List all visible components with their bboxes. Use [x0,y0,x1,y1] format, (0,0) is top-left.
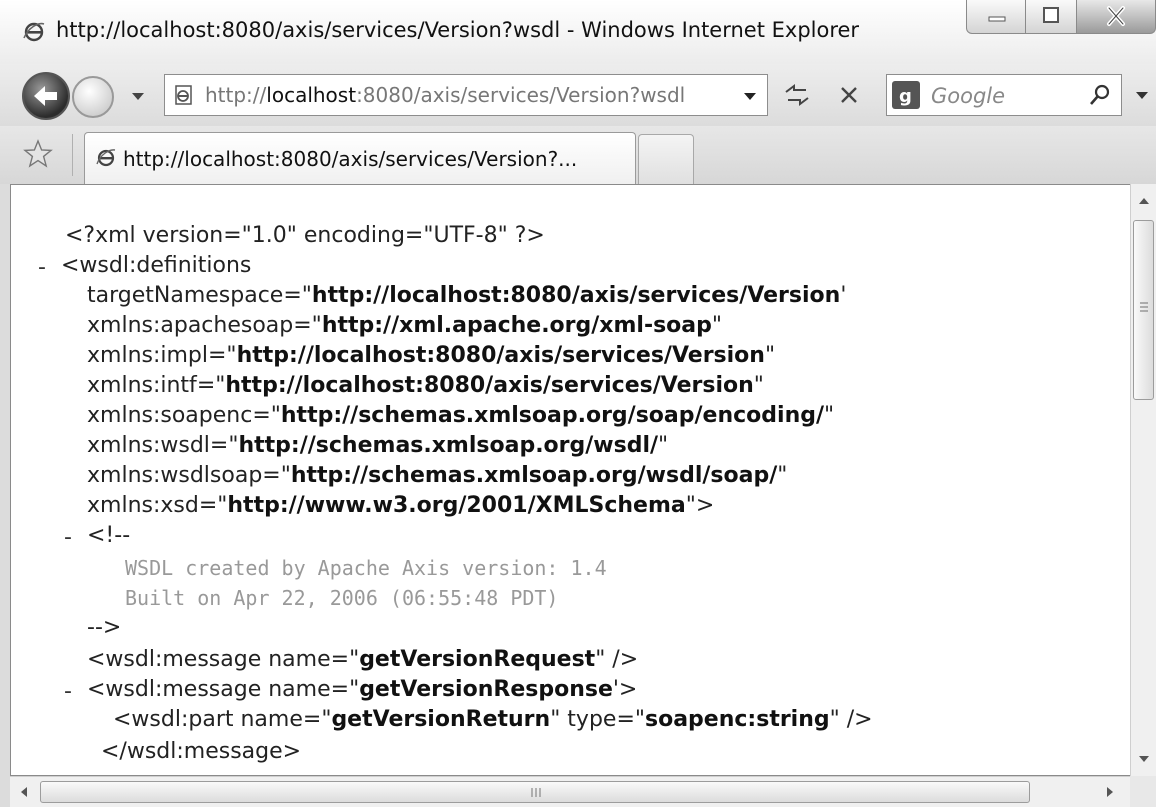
internet-explorer-icon [23,22,45,42]
svg-text:g: g [899,86,912,107]
definitions-open-tag: <wsdl:definitions [61,253,252,278]
stop-icon [841,87,857,103]
xml-attribute: targetNamespace="http://localhost:8080/a… [87,283,847,308]
address-bar[interactable]: http://localhost:8080/axis/services/Vers… [164,74,768,116]
xml-attribute: xmlns:impl="http://localhost:8080/axis/s… [87,343,776,368]
message-close-tag: </wsdl:message> [101,739,302,764]
search-icon[interactable] [1088,83,1112,107]
xml-declaration: <?xml version="1.0" encoding="UTF-8" ?> [65,223,545,248]
favorites-star-icon[interactable] [22,138,54,170]
chevron-down-icon[interactable] [1132,88,1152,104]
comment-close: --> [87,615,122,640]
scrollbar-corner [1130,776,1156,807]
new-tab-button[interactable] [638,134,694,184]
grip-icon [531,788,541,797]
scroll-up-icon[interactable] [1135,192,1153,210]
scroll-down-icon[interactable] [1135,750,1153,768]
tab-active[interactable]: http://localhost:8080/axis/services/Vers… [84,132,636,184]
xml-attribute: xmlns:wsdl="http://schemas.xmlsoap.org/w… [87,433,669,458]
maximize-icon [1043,7,1059,23]
search-box[interactable]: g Google [886,74,1122,116]
xml-document-view: <?xml version="1.0" encoding="UTF-8" ?> … [10,184,1130,776]
comment-line: Built on Apr 22, 2006 (06:55:48 PDT) [125,586,559,610]
message-tag: <wsdl:message name="getVersionResponse'> [87,677,638,702]
back-arrow-icon [34,86,57,106]
back-button[interactable] [22,72,70,120]
title-bar: http://localhost:8080/axis/services/Vers… [0,0,1156,64]
xml-attribute: xmlns:xsd="http://www.w3.org/2001/XMLSch… [87,493,715,518]
chevron-down-icon[interactable] [741,87,759,105]
part-tag: <wsdl:part name="getVersionReturn" type=… [113,707,873,732]
scroll-left-icon[interactable] [16,784,32,800]
vertical-scroll-thumb[interactable] [1133,220,1154,400]
collapse-toggle[interactable]: - [33,253,51,283]
url-host: localhost [266,83,357,107]
comment-open: <!-- [87,523,131,548]
address-url[interactable]: http://localhost:8080/axis/services/Vers… [205,83,685,107]
horizontal-scrollbar[interactable] [10,776,1130,807]
minimize-button[interactable] [966,0,1026,34]
search-placeholder: Google [931,84,1006,108]
close-button[interactable] [1076,0,1156,34]
tab-bar: http://localhost:8080/axis/services/Vers… [0,126,1156,184]
stop-button[interactable] [826,74,872,116]
divider [72,134,73,176]
refresh-icon [785,84,809,106]
close-icon [1107,6,1125,26]
xml-attribute: xmlns:soapenc="http://schemas.xmlsoap.or… [87,403,835,428]
google-icon: g [892,81,920,109]
url-path: :8080/axis/services/Version?wsdl [356,83,686,107]
forward-button[interactable] [72,76,114,118]
page-icon [175,85,192,105]
xml-attribute: xmlns:apachesoap="http://xml.apache.org/… [87,313,723,338]
horizontal-scroll-thumb[interactable] [40,781,1030,803]
collapse-toggle[interactable]: - [59,523,77,553]
vertical-scrollbar[interactable] [1130,184,1156,776]
xml-attribute: xmlns:wsdlsoap="http://schemas.xmlsoap.o… [87,463,788,488]
url-scheme: http:// [205,83,267,107]
refresh-button[interactable] [774,74,820,116]
maximize-button[interactable] [1025,0,1077,34]
navigation-bar: http://localhost:8080/axis/services/Vers… [0,64,1156,126]
grip-icon [1140,302,1148,312]
message-tag: <wsdl:message name="getVersionRequest" /… [87,647,639,672]
tab-title: http://localhost:8080/axis/services/Vers… [123,147,578,171]
scroll-right-icon[interactable] [1102,784,1118,800]
internet-explorer-icon [96,149,116,167]
comment-line: WSDL created by Apache Axis version: 1.4 [125,556,607,580]
xml-attribute: xmlns:intf="http://localhost:8080/axis/s… [87,373,764,398]
minimize-icon [988,16,1006,22]
collapse-toggle[interactable]: - [59,677,77,707]
window-title: http://localhost:8080/axis/services/Vers… [56,18,860,42]
window-frame [0,184,10,807]
chevron-down-icon[interactable] [128,86,148,106]
